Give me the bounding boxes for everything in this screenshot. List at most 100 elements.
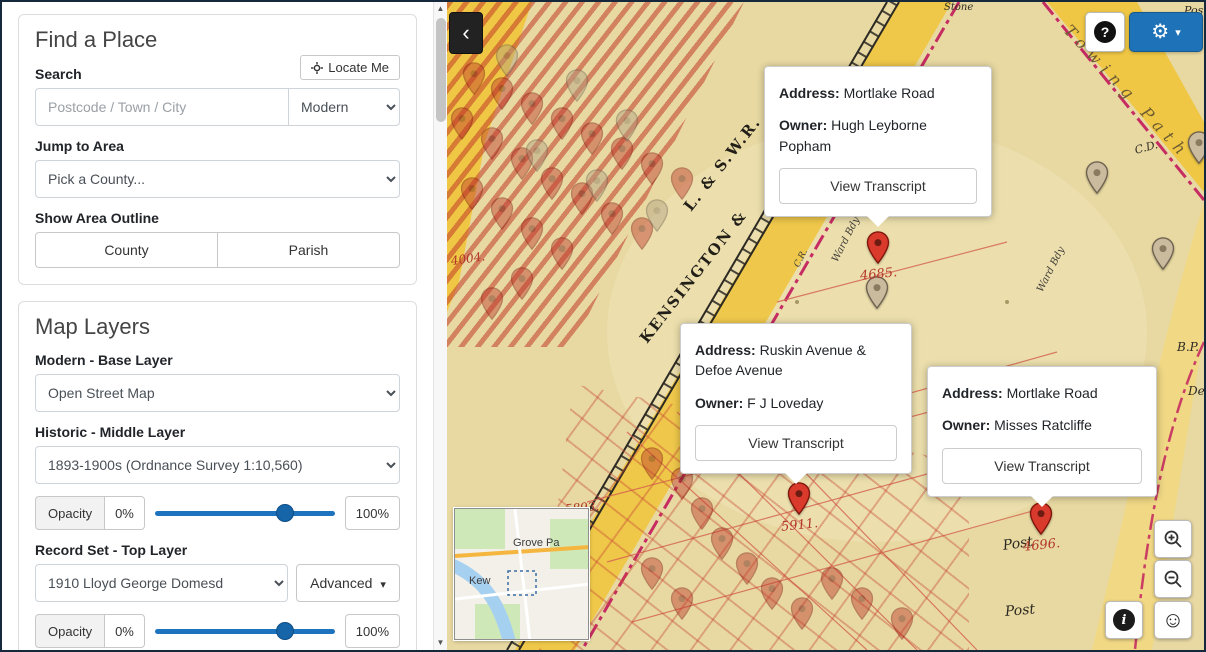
settings-dropdown-button[interactable]: ⚙ ▾ <box>1129 12 1203 52</box>
address-label: Address: <box>942 385 1003 401</box>
help-button[interactable]: ? <box>1085 12 1125 52</box>
opacity-button-2[interactable]: Opacity <box>35 614 106 648</box>
parish-outline-button[interactable]: Parish <box>217 232 400 268</box>
map-marker-faded <box>670 587 694 620</box>
map-popup-mortlake-road-1: Address: Mortlake Road Owner: Hugh Leybo… <box>764 66 992 227</box>
sidebar-scrollbar[interactable]: ▲ ▼ <box>433 2 447 650</box>
map-parcel-number: 4685. <box>859 265 898 284</box>
opacity-min-label-2: 0% <box>105 614 145 648</box>
sidebar: Find a Place Search Locate Me Modern Jum… <box>2 2 433 650</box>
map-marker-faded <box>670 167 694 200</box>
caret-down-icon: ▾ <box>1175 26 1181 39</box>
address-label: Address: <box>779 85 840 101</box>
sidebar-collapse-button[interactable]: ‹ <box>449 12 483 54</box>
historic-opacity-slider[interactable] <box>154 510 335 516</box>
map-marker-red[interactable] <box>1029 502 1053 535</box>
map-marker-faded <box>550 107 574 140</box>
scrollbar-thumb[interactable] <box>436 18 446 122</box>
map-marker-faded-grey <box>495 44 519 77</box>
map-marker-grey[interactable] <box>1187 131 1204 164</box>
map-marker-grey[interactable] <box>1151 237 1175 270</box>
address-value: Mortlake Road <box>1006 385 1098 401</box>
scroll-up-arrow[interactable]: ▲ <box>437 2 445 16</box>
magnifier-minus-icon <box>1163 569 1183 589</box>
overview-minimap[interactable]: Grove Pa Kew <box>454 508 589 640</box>
record-set-select[interactable]: 1910 Lloyd George Domesd <box>35 564 288 602</box>
map-parcel-number: 5911. <box>780 516 819 535</box>
address-value: Mortlake Road <box>843 85 935 101</box>
owner-label: Owner: <box>779 117 828 134</box>
caret-down-icon: ▾ <box>380 579 386 591</box>
county-select[interactable]: Pick a County... <box>35 160 400 198</box>
find-a-place-panel: Find a Place Search Locate Me Modern Jum… <box>18 14 417 285</box>
zoom-in-button[interactable] <box>1154 520 1192 558</box>
owner-label: Owner: <box>942 417 991 434</box>
map-marker-red[interactable] <box>866 231 890 264</box>
map-marker-faded <box>640 152 664 185</box>
map-marker-faded <box>690 497 714 530</box>
map-marker-grey[interactable] <box>1085 161 1109 194</box>
map-marker-faded <box>460 177 484 210</box>
map-canvas[interactable]: L. & S.W.R. KENSINGTON & Ward Bdy Ward Bdy C… <box>447 2 1204 650</box>
chevron-left-icon: ‹ <box>462 20 470 45</box>
opacity-max-label: 100% <box>344 496 400 530</box>
advanced-button[interactable]: Advanced ▾ <box>296 564 400 602</box>
locate-me-label: Locate Me <box>328 60 389 75</box>
map-marker-faded-grey <box>585 169 609 202</box>
base-layer-select[interactable]: Open Street Map <box>35 374 400 412</box>
info-icon: i <box>1113 609 1135 631</box>
owner-value: F J Loveday <box>747 394 824 411</box>
map-marker-faded <box>760 577 784 610</box>
map-marker-red[interactable] <box>787 482 811 515</box>
record-set-label: Record Set - Top Layer <box>35 542 188 558</box>
map-marker-faded <box>550 237 574 270</box>
map-marker-faded <box>450 107 474 140</box>
search-mode-select[interactable]: Modern <box>288 88 400 126</box>
map-popup-ruskin-avenue: Address: Ruskin Avenue & Defoe Avenue Ow… <box>680 323 912 484</box>
map-marker-faded <box>735 552 759 585</box>
map-marker-faded <box>580 122 604 155</box>
base-layer-label: Modern - Base Layer <box>35 352 173 368</box>
info-button[interactable]: i <box>1105 601 1143 639</box>
app-window: Find a Place Search Locate Me Modern Jum… <box>0 0 1206 652</box>
address-label: Address: <box>695 342 756 358</box>
historic-opacity-control: Opacity 0% 100% <box>35 496 400 530</box>
map-marker-faded <box>480 287 504 320</box>
opacity-max-label-2: 100% <box>344 614 400 648</box>
crosshair-icon <box>311 61 324 74</box>
zoom-out-button[interactable] <box>1154 560 1192 598</box>
search-input[interactable] <box>35 88 289 126</box>
map-marker-faded <box>710 527 734 560</box>
opacity-button[interactable]: Opacity <box>35 496 106 530</box>
map-layers-panel: Map Layers Modern - Base Layer Open Stre… <box>18 301 417 650</box>
owner-label: Owner: <box>695 394 744 411</box>
map-marker-faded-grey <box>525 139 549 172</box>
map-marker-faded <box>510 267 534 300</box>
record-opacity-slider[interactable] <box>154 628 335 634</box>
advanced-label: Advanced <box>310 575 373 591</box>
find-a-place-title: Find a Place <box>35 27 158 52</box>
map-marker-faded <box>640 557 664 590</box>
map-parcel-number: 4696. <box>1022 536 1061 555</box>
show-area-outline-label: Show Area Outline <box>35 210 159 226</box>
map-layers-title: Map Layers <box>35 314 150 339</box>
question-mark-icon: ? <box>1094 21 1116 43</box>
magnifier-plus-icon <box>1163 529 1183 549</box>
view-transcript-button[interactable]: View Transcript <box>779 167 977 204</box>
map-marker-faded <box>480 127 504 160</box>
minimap-place-label: Grove Pa <box>513 537 560 549</box>
map-marker-faded <box>520 92 544 125</box>
locate-me-button[interactable]: Locate Me <box>300 55 400 80</box>
map-marker-faded <box>790 597 814 630</box>
view-transcript-button[interactable]: View Transcript <box>695 424 897 461</box>
jump-to-area-label: Jump to Area <box>35 138 124 154</box>
feedback-button[interactable]: ☺ <box>1154 601 1192 639</box>
map-marker-faded <box>820 567 844 600</box>
area-outline-button-group: County Parish <box>35 232 400 268</box>
map-marker-faded <box>890 607 914 640</box>
view-transcript-button[interactable]: View Transcript <box>942 447 1142 484</box>
map-marker-faded <box>600 202 624 235</box>
county-outline-button[interactable]: County <box>35 232 218 268</box>
scroll-down-arrow[interactable]: ▼ <box>437 636 445 650</box>
historic-layer-select[interactable]: 1893-1900s (Ordnance Survey 1:10,560) <box>35 446 400 484</box>
